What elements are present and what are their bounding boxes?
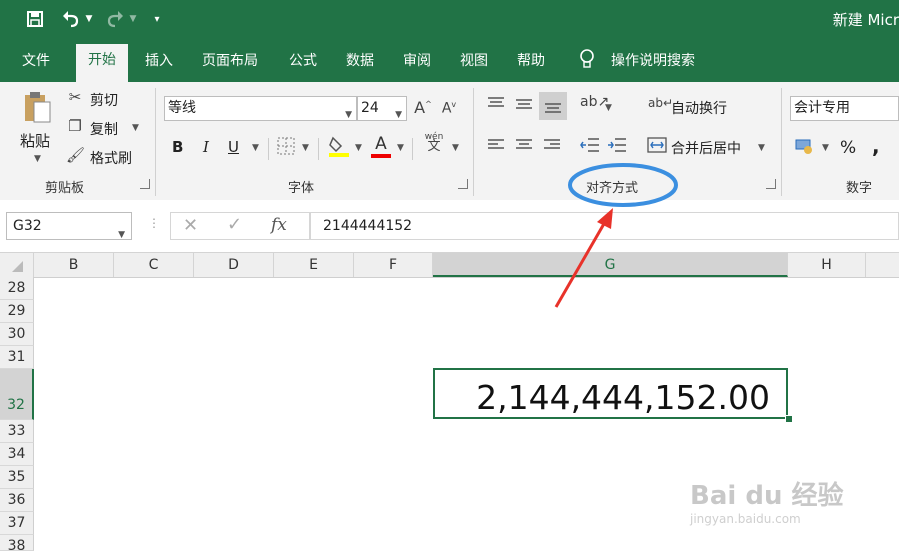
baidu-watermark-url: jingyan.baidu.com xyxy=(690,512,801,526)
annotation-overlay xyxy=(554,163,678,308)
baidu-watermark: Bai du 经验 xyxy=(690,481,844,511)
annotation-arrowhead xyxy=(597,208,613,229)
annotation-ellipse xyxy=(568,163,678,207)
annotation-arrow xyxy=(554,221,607,308)
